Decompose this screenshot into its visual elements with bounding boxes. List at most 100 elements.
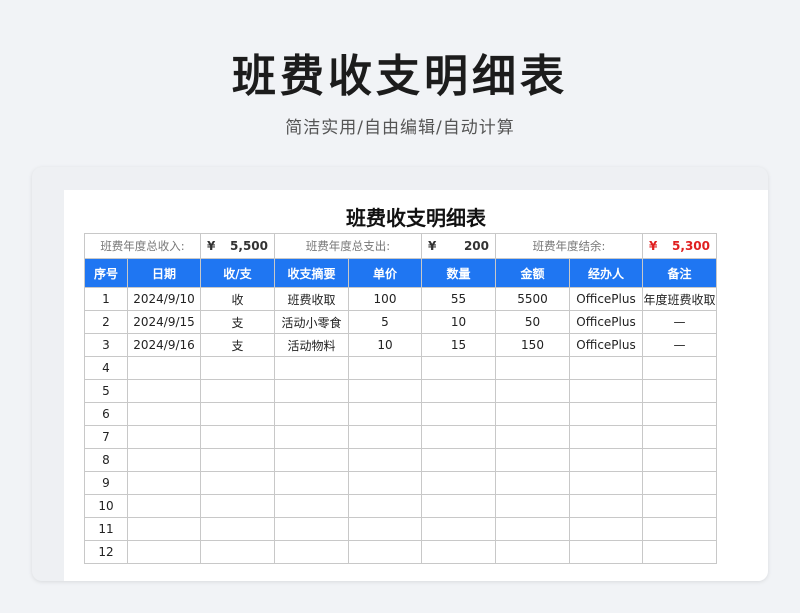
cell-qty[interactable]: 15 [421, 333, 496, 357]
cell-note[interactable]: — [642, 310, 717, 334]
cell-summary[interactable] [274, 379, 349, 403]
cell-handler[interactable] [569, 425, 643, 449]
cell-date[interactable] [127, 448, 201, 472]
cell-date[interactable] [127, 517, 201, 541]
cell-qty[interactable] [421, 517, 496, 541]
cell-note[interactable] [642, 448, 717, 472]
cell-type[interactable]: 收 [200, 287, 275, 311]
cell-type[interactable]: 支 [200, 333, 275, 357]
cell-handler[interactable] [569, 471, 643, 495]
cell-price[interactable]: 5 [348, 310, 422, 334]
cell-type[interactable] [200, 448, 275, 472]
cell-summary[interactable] [274, 494, 349, 518]
cell-note[interactable] [642, 471, 717, 495]
cell-price[interactable] [348, 448, 422, 472]
cell-type[interactable] [200, 356, 275, 380]
cell-handler[interactable] [569, 494, 643, 518]
cell-index[interactable]: 9 [84, 471, 128, 495]
cell-price[interactable] [348, 494, 422, 518]
cell-price[interactable] [348, 425, 422, 449]
cell-handler[interactable]: OfficePlus [569, 287, 643, 311]
cell-date[interactable] [127, 425, 201, 449]
cell-date[interactable] [127, 471, 201, 495]
cell-summary[interactable]: 活动物料 [274, 333, 349, 357]
cell-handler[interactable] [569, 356, 643, 380]
cell-price[interactable]: 10 [348, 333, 422, 357]
cell-note[interactable] [642, 356, 717, 380]
income-value-cell[interactable]: ¥ 5,500 [200, 233, 275, 259]
cell-qty[interactable] [421, 379, 496, 403]
header-col-note[interactable]: 备注 [642, 258, 717, 288]
cell-amount[interactable] [495, 402, 570, 426]
cell-amount[interactable] [495, 448, 570, 472]
cell-amount[interactable] [495, 494, 570, 518]
cell-type[interactable] [200, 425, 275, 449]
cell-date[interactable] [127, 540, 201, 564]
cell-summary[interactable] [274, 356, 349, 380]
cell-note[interactable] [642, 540, 717, 564]
income-label[interactable]: 班费年度总收入: [84, 233, 201, 259]
cell-note[interactable] [642, 379, 717, 403]
cell-qty[interactable] [421, 425, 496, 449]
cell-price[interactable] [348, 356, 422, 380]
cell-type[interactable] [200, 471, 275, 495]
cell-handler[interactable]: OfficePlus [569, 310, 643, 334]
cell-summary[interactable] [274, 540, 349, 564]
cell-date[interactable] [127, 379, 201, 403]
cell-handler[interactable] [569, 379, 643, 403]
cell-date[interactable]: 2024/9/10 [127, 287, 201, 311]
cell-date[interactable] [127, 402, 201, 426]
cell-date[interactable] [127, 494, 201, 518]
expense-value-cell[interactable]: ¥ 200 [421, 233, 496, 259]
cell-qty[interactable] [421, 494, 496, 518]
header-col-handler[interactable]: 经办人 [569, 258, 643, 288]
cell-price[interactable] [348, 517, 422, 541]
cell-index[interactable]: 8 [84, 448, 128, 472]
cell-summary[interactable] [274, 425, 349, 449]
cell-qty[interactable] [421, 540, 496, 564]
cell-summary[interactable] [274, 448, 349, 472]
cell-note[interactable] [642, 517, 717, 541]
cell-date[interactable]: 2024/9/16 [127, 333, 201, 357]
cell-summary[interactable]: 活动小零食 [274, 310, 349, 334]
cell-note[interactable] [642, 402, 717, 426]
cell-price[interactable] [348, 540, 422, 564]
cell-type[interactable] [200, 379, 275, 403]
cell-amount[interactable]: 5500 [495, 287, 570, 311]
balance-value-cell[interactable]: ¥ 5,300 [642, 233, 717, 259]
cell-qty[interactable] [421, 448, 496, 472]
header-col-qty[interactable]: 数量 [421, 258, 496, 288]
cell-date[interactable]: 2024/9/15 [127, 310, 201, 334]
cell-amount[interactable]: 50 [495, 310, 570, 334]
cell-type[interactable] [200, 540, 275, 564]
cell-type[interactable]: 支 [200, 310, 275, 334]
cell-qty[interactable] [421, 356, 496, 380]
cell-handler[interactable] [569, 517, 643, 541]
cell-qty[interactable] [421, 402, 496, 426]
cell-index[interactable]: 11 [84, 517, 128, 541]
cell-index[interactable]: 7 [84, 425, 128, 449]
cell-qty[interactable]: 10 [421, 310, 496, 334]
cell-amount[interactable] [495, 540, 570, 564]
cell-summary[interactable] [274, 471, 349, 495]
cell-handler[interactable] [569, 540, 643, 564]
cell-qty[interactable] [421, 471, 496, 495]
expense-label[interactable]: 班费年度总支出: [274, 233, 422, 259]
cell-qty[interactable]: 55 [421, 287, 496, 311]
cell-type[interactable] [200, 494, 275, 518]
cell-note[interactable] [642, 425, 717, 449]
cell-price[interactable] [348, 379, 422, 403]
cell-amount[interactable] [495, 471, 570, 495]
cell-summary[interactable]: 班费收取 [274, 287, 349, 311]
cell-note[interactable]: 年度班费收取 [642, 287, 717, 311]
cell-handler[interactable]: OfficePlus [569, 333, 643, 357]
cell-price[interactable] [348, 402, 422, 426]
header-col-index[interactable]: 序号 [84, 258, 128, 288]
cell-price[interactable]: 100 [348, 287, 422, 311]
cell-index[interactable]: 2 [84, 310, 128, 334]
balance-label[interactable]: 班费年度结余: [495, 233, 643, 259]
cell-index[interactable]: 6 [84, 402, 128, 426]
cell-amount[interactable] [495, 517, 570, 541]
cell-summary[interactable] [274, 517, 349, 541]
cell-handler[interactable] [569, 448, 643, 472]
